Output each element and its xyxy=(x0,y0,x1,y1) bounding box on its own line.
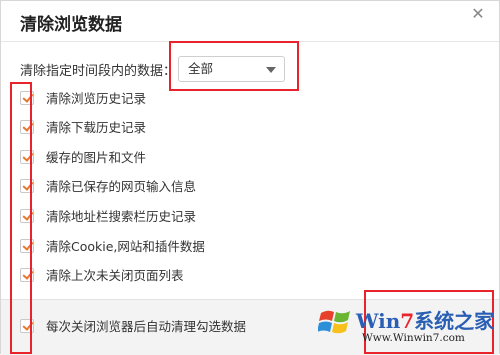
checkbox[interactable] xyxy=(20,150,34,164)
option-label: 每次关闭浏览器后自动清理勾选数据 xyxy=(46,319,247,334)
option-label: 清除上次未关闭页面列表 xyxy=(46,268,184,283)
time-range-selected-value: 全部 xyxy=(188,61,214,76)
checkbox[interactable] xyxy=(20,319,34,333)
close-icon[interactable]: ✕ xyxy=(469,5,487,23)
option-label: 清除浏览历史记录 xyxy=(46,91,147,106)
checkbox[interactable] xyxy=(20,179,34,193)
chevron-down-icon xyxy=(266,67,276,73)
title-divider xyxy=(1,41,499,42)
checkbox[interactable] xyxy=(20,209,34,223)
option-label: 清除下载历史记录 xyxy=(46,120,147,135)
option-label: 清除地址栏搜索栏历史记录 xyxy=(46,209,197,224)
dialog-title: 清除浏览数据 xyxy=(20,15,122,35)
checkbox[interactable] xyxy=(20,120,34,134)
windows-logo-icon xyxy=(318,310,350,334)
option-label: 缓存的图片和文件 xyxy=(46,150,147,165)
time-range-select[interactable]: 全部 xyxy=(178,56,285,82)
watermark-url: Www.Winwin7.com xyxy=(362,332,465,344)
checkbox[interactable] xyxy=(20,239,34,253)
checkbox[interactable] xyxy=(20,91,34,105)
checkbox[interactable] xyxy=(20,268,34,282)
watermark-brand: Win7系统之家 xyxy=(356,309,495,333)
time-range-label: 清除指定时间段内的数据： xyxy=(20,64,177,79)
site-watermark: Win7系统之家 Www.Winwin7.com xyxy=(318,301,498,351)
option-label: 清除Cookie,网站和插件数据 xyxy=(46,239,205,254)
option-label: 清除已保存的网页输入信息 xyxy=(46,179,197,194)
